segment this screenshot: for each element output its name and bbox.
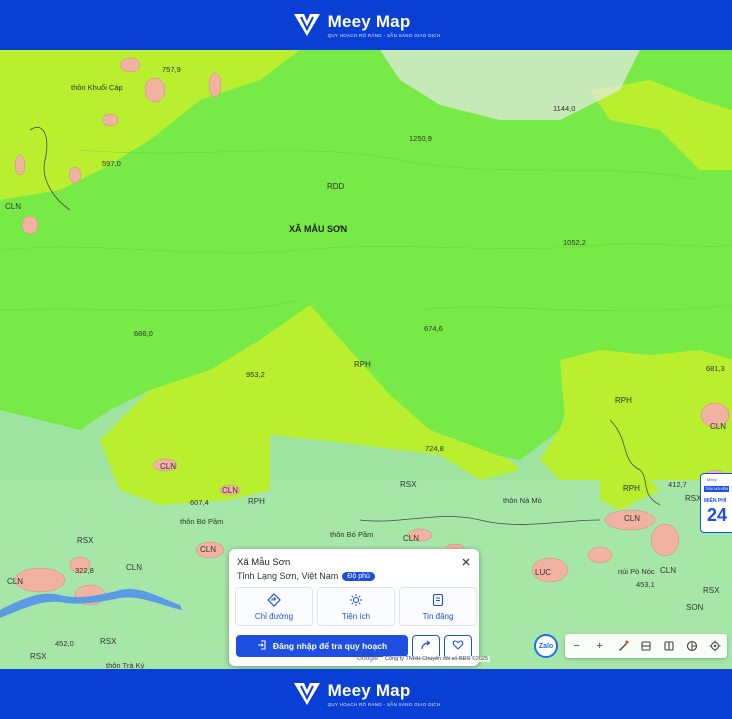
bottom-brand-bar: Meey Map QUY HOẠCH RÕ RÀNG - SẴN SÀNG GI… xyxy=(0,669,732,719)
label-elevation: 453,1 xyxy=(636,580,655,589)
label-zone-cln: CLN xyxy=(7,577,24,586)
meey-logo-icon xyxy=(292,680,322,708)
label-elevation: 757,9 xyxy=(162,65,181,74)
label-zone-cln: CLN xyxy=(403,534,420,543)
promo-chip: TRẢI NGHIỆM xyxy=(704,486,729,492)
directions-icon xyxy=(267,592,281,609)
label-zone-cln: CLN xyxy=(222,486,239,495)
brand-tagline: QUY HOẠCH RÕ RÀNG - SẴN SÀNG GIAO DỊCH xyxy=(327,702,441,707)
amenities-label: Tiện ích xyxy=(341,611,371,621)
heart-icon xyxy=(452,638,464,656)
label-elevation: 452,0 xyxy=(55,639,74,648)
label-commune: XÃ MẪU SƠN xyxy=(289,224,348,234)
amenities-icon xyxy=(349,593,363,609)
label-zone-rsx: RSX xyxy=(703,586,720,595)
zalo-chat-button[interactable]: Zalo xyxy=(534,634,558,658)
listings-button[interactable]: Tin đăng xyxy=(399,587,477,626)
label-zone-rsx: RSX xyxy=(30,652,47,661)
label-zone-cln: CLN xyxy=(200,545,217,554)
label-zone-cln: CLN xyxy=(5,202,22,211)
directions-label: Chỉ đường xyxy=(254,611,294,621)
login-label: Đăng nhập để tra quy hoạch xyxy=(272,641,388,651)
brand-tagline: QUY HOẠCH RÕ RÀNG - SẴN SÀNG GIAO DỊCH xyxy=(327,33,441,38)
zoom-in-button[interactable]: + xyxy=(592,638,608,654)
label-zone-cln: CLN xyxy=(710,422,727,431)
coverage-chip[interactable]: Độ phủ xyxy=(342,571,375,581)
label-elevation: 1052,2 xyxy=(563,238,586,247)
label-elevation: 1144,0 xyxy=(553,104,576,113)
map-toolbar: − + xyxy=(565,634,727,658)
promo-brand: Meey xyxy=(707,477,717,482)
promo-side-card[interactable]: Meey TRẢI NGHIỆM MIỄN PHÍ 24 xyxy=(700,473,732,533)
label-elevation: 674,6 xyxy=(424,324,443,333)
login-to-lookup-button[interactable]: Đăng nhập để tra quy hoạch xyxy=(236,635,408,657)
label-zone-cln: CLN xyxy=(160,462,177,471)
label-zone-rph: RPH xyxy=(623,484,640,493)
label-zone-cln: CLN xyxy=(624,514,641,523)
label-zone-rph: RPH xyxy=(615,396,632,405)
label-zone-cln: CLN xyxy=(126,563,143,572)
my-location-icon[interactable] xyxy=(707,638,723,654)
label-zone-rsx: RSX xyxy=(77,536,94,545)
compare-icon[interactable] xyxy=(661,638,677,654)
label-elevation: 607,4 xyxy=(190,498,209,507)
label-zone-rdd: RDD xyxy=(327,182,345,191)
label-elevation: 597,0 xyxy=(102,159,121,168)
label-zone-rph: RPH xyxy=(248,497,265,506)
label-zone-rsx: RSX xyxy=(685,494,702,503)
brand-logo-bottom[interactable]: Meey Map QUY HOẠCH RÕ RÀNG - SẴN SÀNG GI… xyxy=(292,680,441,708)
zoom-out-button[interactable]: − xyxy=(569,638,585,654)
map-attribution: Công ty TNHH Chuyển đổi số BĐS ©2025 xyxy=(383,656,491,662)
label-elevation: 322,8 xyxy=(75,566,94,575)
meey-logo-icon xyxy=(292,11,322,39)
promo-free: MIỄN PHÍ xyxy=(704,498,727,504)
label-village-tra-ky: thôn Trà Ký xyxy=(106,661,145,669)
close-icon[interactable] xyxy=(460,555,472,567)
label-village-bo-pam-2: thôn Bó Pầm xyxy=(330,530,374,539)
label-village-na-mo: thôn Nà Mò xyxy=(503,496,542,505)
listings-label: Tin đăng xyxy=(422,611,454,621)
label-hill-po-noc: núi Pò Nóc xyxy=(618,567,655,576)
label-elevation: 724,8 xyxy=(425,444,444,453)
popup-address: Tỉnh Lạng Sơn, Việt Nam xyxy=(237,571,339,581)
label-elevation: 1250,9 xyxy=(409,134,432,143)
label-elevation: 681,3 xyxy=(706,364,725,373)
amenities-button[interactable]: Tiện ích xyxy=(317,587,395,626)
label-zone-cln: CLN xyxy=(660,566,677,575)
label-elevation: 686,0 xyxy=(134,329,153,338)
location-popup: Xã Mẫu Sơn Tỉnh Lạng Sơn, Việt Nam Độ ph… xyxy=(229,549,479,666)
draw-icon[interactable] xyxy=(615,638,631,654)
top-brand-bar: Meey Map QUY HOẠCH RÕ RÀNG - SẴN SÀNG GI… xyxy=(0,0,732,50)
brand-name: Meey Map xyxy=(327,12,411,31)
label-zone-rsx: RSX xyxy=(400,480,417,489)
layers-icon[interactable] xyxy=(638,638,654,654)
promo-number: 24 xyxy=(707,505,728,525)
label-elevation: 412,7 xyxy=(668,480,687,489)
label-elevation: 953,2 xyxy=(246,370,265,379)
zalo-label: Zalo xyxy=(538,642,554,650)
directions-button[interactable]: Chỉ đường xyxy=(235,587,313,626)
popup-address-row: Tỉnh Lạng Sơn, Việt Nam Độ phủ xyxy=(237,571,375,581)
google-logo: Google xyxy=(357,655,378,662)
label-village-khuoi-cap: thôn Khuổi Cáp xyxy=(71,83,123,92)
share-icon xyxy=(420,638,432,656)
label-zone-luc: LUC xyxy=(535,568,552,577)
label-zone-son: SON xyxy=(686,603,704,612)
label-zone-rph: RPH xyxy=(354,360,371,369)
listings-icon xyxy=(431,593,445,609)
login-icon xyxy=(257,640,267,652)
label-village-bo-pam: thôn Bó Pầm xyxy=(180,517,224,526)
label-zone-rsx: RSX xyxy=(100,637,117,646)
popup-title: Xã Mẫu Sơn xyxy=(237,557,291,568)
map-type-icon[interactable] xyxy=(684,638,700,654)
brand-logo[interactable]: Meey Map QUY HOẠCH RÕ RÀNG - SẴN SÀNG GI… xyxy=(292,11,441,39)
brand-name: Meey Map xyxy=(327,681,411,700)
